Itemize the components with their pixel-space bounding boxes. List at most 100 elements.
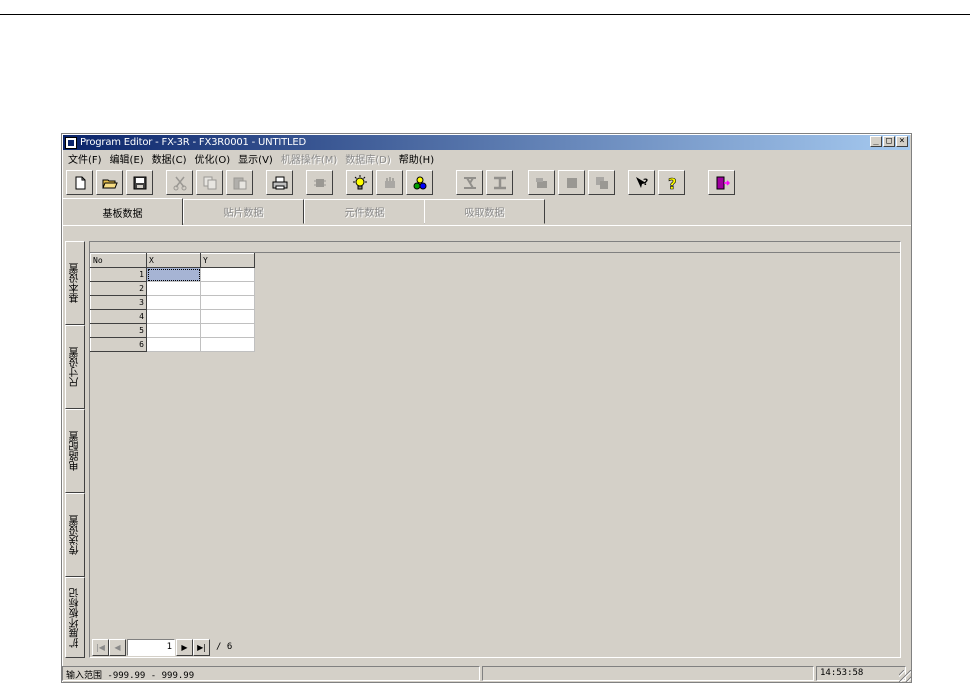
cell-y[interactable]: [200, 281, 255, 296]
context-help-button[interactable]: ?: [628, 170, 655, 195]
cell-x[interactable]: [146, 323, 201, 338]
program-editor-window: Program Editor - FX-3R - FX3R0001 - UNTI…: [61, 133, 912, 683]
paste-button[interactable]: [226, 170, 253, 195]
menu-help[interactable]: 帮助(H): [395, 151, 438, 166]
tab-component-data[interactable]: 元件数据: [304, 199, 425, 224]
menu-edit[interactable]: 编辑(E): [106, 151, 148, 166]
save-button[interactable]: [126, 170, 153, 195]
side-tab-size-settings[interactable]: 尺寸设置: [65, 325, 85, 409]
side-tab-basic-settings[interactable]: 基本设置: [65, 241, 85, 325]
cell-y[interactable]: [200, 267, 255, 282]
tab-pickup-data[interactable]: 吸取数据: [424, 199, 545, 224]
page-top-rule: [0, 14, 970, 15]
layers-button[interactable]: [588, 170, 615, 195]
side-tab-strip: 基本设置 尺寸设置 电路配置 传送设置 扩展坏板标记: [65, 241, 85, 658]
open-button[interactable]: [96, 170, 123, 195]
menu-file[interactable]: 文件(F): [64, 151, 106, 166]
context-help-icon: ?: [635, 176, 648, 188]
cell-y[interactable]: [200, 323, 255, 338]
side-tab-label: 尺寸设置: [69, 347, 81, 387]
cell-y[interactable]: [200, 295, 255, 310]
cell-y[interactable]: [200, 309, 255, 324]
table-row: 6: [90, 337, 255, 352]
header-no[interactable]: No: [90, 253, 147, 268]
header-y[interactable]: Y: [200, 253, 255, 268]
side-tab-label: 传送设置: [69, 515, 81, 555]
i-beam-button[interactable]: [486, 170, 513, 195]
close-button[interactable]: ×: [896, 136, 908, 147]
last-page-button[interactable]: ▶|: [193, 638, 210, 656]
first-page-button[interactable]: |◀: [92, 638, 109, 656]
align-icon: [463, 176, 476, 189]
table-row: 3: [90, 295, 255, 310]
cell-x[interactable]: [146, 295, 201, 310]
next-page-button[interactable]: ▶: [176, 638, 193, 656]
row-number[interactable]: 1: [90, 267, 147, 282]
title-bar[interactable]: Program Editor - FX-3R - FX3R0001 - UNTI…: [63, 135, 910, 150]
row-number[interactable]: 3: [90, 295, 147, 310]
side-tab-circuit-config[interactable]: 电路配置: [65, 409, 85, 493]
table-row: 5: [90, 323, 255, 338]
stamp-button[interactable]: [528, 170, 555, 195]
window-title: Program Editor - FX-3R - FX3R0001 - UNTI…: [80, 137, 307, 148]
cut-button[interactable]: [166, 170, 193, 195]
row-number[interactable]: 5: [90, 323, 147, 338]
page-number-input[interactable]: [127, 638, 175, 656]
menu-bar: 文件(F) 编辑(E) 数据(C) 优化(O) 显示(V) 机器操作(M) 数据…: [64, 151, 438, 166]
menu-machine[interactable]: 机器操作(M): [277, 151, 341, 166]
minimize-button[interactable]: _: [870, 136, 882, 147]
cell-y[interactable]: [200, 337, 255, 352]
help-icon: ?: [667, 175, 676, 191]
app-icon[interactable]: [65, 136, 77, 149]
menu-optimize[interactable]: 优化(O): [190, 151, 234, 166]
open-folder-icon: [101, 179, 118, 188]
coordinates-grid: No X Y 1 2 3 4 5 6: [90, 253, 255, 352]
status-time: 14:53:58: [816, 666, 906, 681]
menu-view[interactable]: 显示(V): [234, 151, 277, 166]
exit-button[interactable]: [708, 170, 735, 195]
i-beam-icon: [493, 176, 506, 189]
side-tab-bad-mark[interactable]: 扩展坏板标记: [65, 577, 85, 658]
resize-grip[interactable]: [899, 670, 911, 682]
side-tab-label: 扩展坏板标记: [69, 587, 81, 648]
cell-x[interactable]: [146, 337, 201, 352]
help-button[interactable]: ?: [658, 170, 685, 195]
tab-placement-data[interactable]: 贴片数据: [183, 199, 304, 224]
new-file-icon: [75, 176, 85, 189]
new-button[interactable]: [66, 170, 93, 195]
cell-x[interactable]: [146, 267, 201, 282]
table-row: 2: [90, 281, 255, 296]
toolbar: ? ?: [66, 170, 906, 196]
light-button[interactable]: [346, 170, 373, 195]
row-number[interactable]: 4: [90, 309, 147, 324]
component-button[interactable]: [306, 170, 333, 195]
lightbulb-icon: [352, 174, 367, 189]
page-total: / 6: [216, 642, 233, 652]
square-button[interactable]: [558, 170, 585, 195]
color-balls-button[interactable]: [406, 170, 433, 195]
align-button[interactable]: [456, 170, 483, 195]
menu-database[interactable]: 数据库(D): [341, 151, 395, 166]
stamp-icon: [535, 177, 547, 188]
maximize-button[interactable]: □: [883, 136, 895, 147]
page-navigator: |◀ ◀ ▶ ▶| / 6: [92, 637, 232, 657]
header-x[interactable]: X: [146, 253, 201, 268]
tab-board-data[interactable]: 基板数据: [62, 198, 183, 225]
component-icon: [313, 178, 326, 187]
print-icon: [272, 176, 287, 189]
feeder-button[interactable]: [376, 170, 403, 195]
feeder-icon: [384, 176, 395, 188]
status-message: 输入范围 -999.99 - 999.99: [62, 666, 480, 681]
copy-button[interactable]: [196, 170, 223, 195]
cell-x[interactable]: [146, 281, 201, 296]
print-button[interactable]: [266, 170, 293, 195]
menu-data[interactable]: 数据(C): [148, 151, 191, 166]
square-icon: [566, 177, 577, 188]
row-number[interactable]: 2: [90, 281, 147, 296]
cut-icon: [173, 176, 186, 190]
row-number[interactable]: 6: [90, 337, 147, 352]
copy-icon: [203, 176, 216, 189]
side-tab-transfer-settings[interactable]: 传送设置: [65, 493, 85, 577]
prev-page-button[interactable]: ◀: [109, 638, 126, 656]
cell-x[interactable]: [146, 309, 201, 324]
